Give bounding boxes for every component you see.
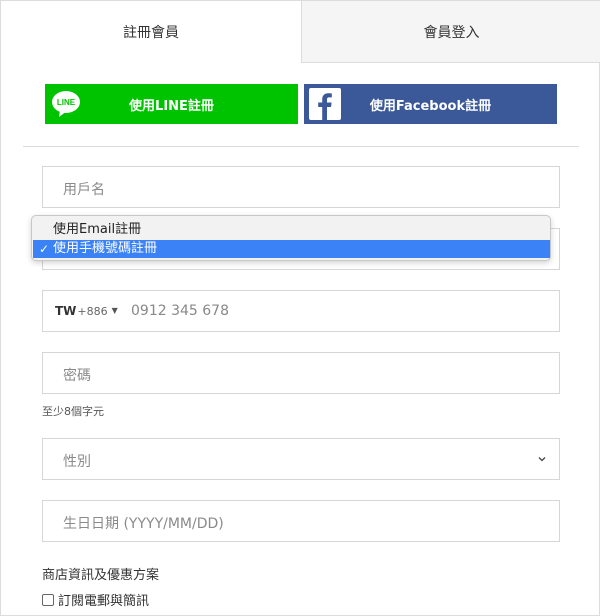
birthday-placeholder: 生日日期 (YYYY/MM/DD) bbox=[63, 516, 224, 532]
caret-down-icon: ▼ bbox=[111, 306, 118, 315]
divider bbox=[23, 146, 579, 147]
tab-register[interactable]: 註冊會員 bbox=[1, 1, 301, 63]
phone-field: TW+886 ▼ 0912 345 678 bbox=[42, 290, 560, 332]
register-method-option-phone-label: 使用手機號碼註冊 bbox=[53, 241, 158, 256]
signup-panel: 註冊會員 會員登入 LINE 使用LINE註冊 使用Facebook註冊 用戶名… bbox=[0, 0, 600, 616]
password-hint: 至少8個字元 bbox=[42, 405, 104, 418]
newsletter-title: 商店資訊及優惠方案 bbox=[42, 568, 160, 583]
username-input[interactable]: 用戶名 bbox=[42, 166, 560, 208]
register-method-option-phone[interactable]: ✓ 使用手機號碼註冊 bbox=[33, 240, 550, 258]
facebook-signup-button[interactable]: 使用Facebook註冊 bbox=[304, 84, 557, 124]
line-signup-button[interactable]: LINE 使用LINE註冊 bbox=[45, 84, 298, 124]
chevron-down-icon bbox=[538, 457, 546, 462]
password-placeholder: 密碼 bbox=[63, 368, 91, 384]
checkbox-icon[interactable] bbox=[42, 593, 54, 606]
password-input[interactable]: 密碼 bbox=[42, 352, 560, 394]
gender-placeholder: 性別 bbox=[63, 454, 91, 470]
newsletter-checkbox[interactable]: 訂閱電郵與簡訊 bbox=[42, 590, 149, 609]
country-code-select[interactable]: TW+886 ▼ bbox=[55, 304, 118, 318]
register-method-option-email[interactable]: 使用Email註冊 bbox=[33, 221, 550, 239]
check-icon: ✓ bbox=[39, 242, 50, 256]
register-method-option-email-label: 使用Email註冊 bbox=[53, 222, 142, 237]
line-signup-label: 使用LINE註冊 bbox=[129, 98, 214, 114]
tab-register-label: 註冊會員 bbox=[123, 25, 179, 41]
dial-code: +886 bbox=[77, 305, 108, 318]
gender-select[interactable]: 性別 bbox=[42, 438, 560, 480]
facebook-signup-label: 使用Facebook註冊 bbox=[369, 98, 492, 114]
country-code: TW bbox=[55, 304, 77, 318]
newsletter-checkbox-label: 訂閱電郵與簡訊 bbox=[58, 594, 150, 609]
birthday-input[interactable]: 生日日期 (YYYY/MM/DD) bbox=[42, 500, 560, 542]
tab-login-label: 會員登入 bbox=[423, 24, 480, 41]
username-placeholder: 用戶名 bbox=[63, 182, 105, 198]
register-method-dropdown: 使用Email註冊 ✓ 使用手機號碼註冊 bbox=[31, 215, 551, 261]
phone-input[interactable]: 0912 345 678 bbox=[131, 303, 229, 319]
tab-login[interactable]: 會員登入 bbox=[301, 1, 600, 63]
auth-tabs: 註冊會員 會員登入 bbox=[1, 1, 600, 63]
